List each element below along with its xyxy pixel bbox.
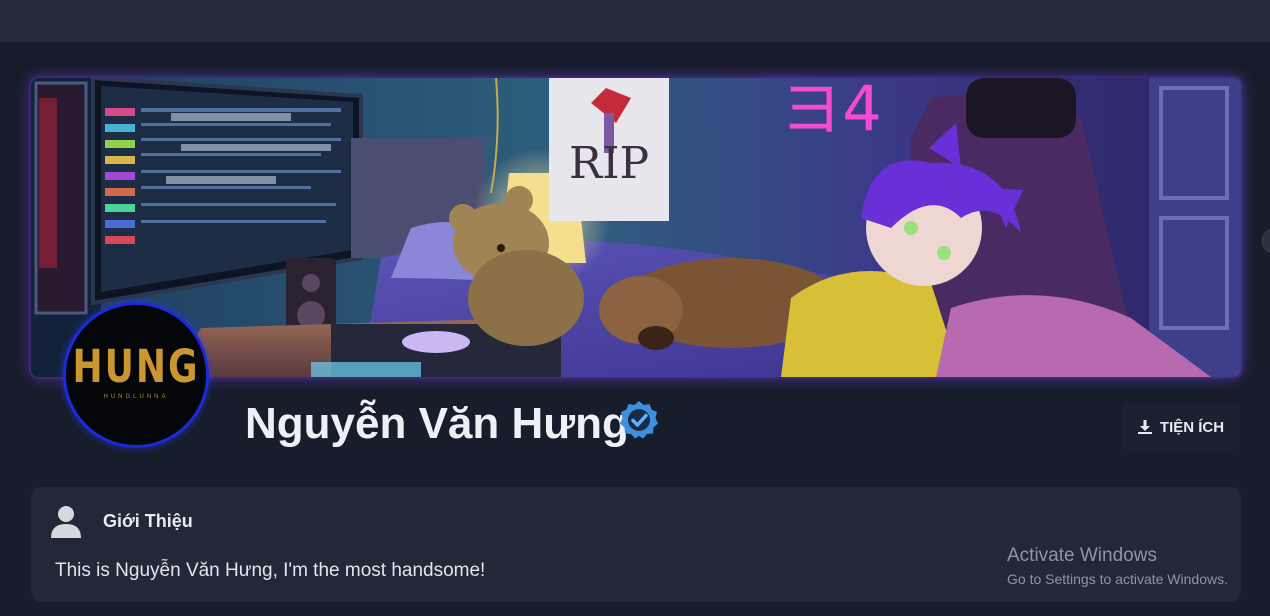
about-text: This is Nguyễn Văn Hưng, I'm the most ha… <box>55 560 486 581</box>
carousel-next-button[interactable] <box>1262 228 1270 254</box>
top-navbar <box>0 0 1270 42</box>
tools-button[interactable]: TIỆN ÍCH <box>1122 404 1240 450</box>
user-icon <box>51 506 81 538</box>
profile-banner: RIP ヨ4 <box>31 78 1241 377</box>
avatar-logo-subtext: HUNGLUNNA <box>103 394 169 400</box>
download-icon <box>1137 420 1152 434</box>
check-badge-icon <box>620 401 658 439</box>
windows-activation-watermark: Activate Windows Go to Settings to activ… <box>1007 545 1228 587</box>
poster-text: RIP <box>569 138 649 189</box>
watermark-subtitle: Go to Settings to activate Windows. <box>1007 571 1228 587</box>
tools-button-label: TIỆN ÍCH <box>1159 418 1225 436</box>
banner-illustration: RIP ヨ4 <box>31 78 1241 377</box>
about-card-header: Giới Thiệu <box>49 504 193 538</box>
profile-name: Nguyễn Văn Hưng <box>245 399 629 448</box>
avatar[interactable]: HUNG HUNGLUNNA <box>63 302 209 448</box>
avatar-logo-text: HUNG <box>72 341 200 393</box>
about-title: Giới Thiệu <box>103 510 193 531</box>
watermark-title: Activate Windows <box>1007 545 1157 566</box>
neon-sign: ヨ4 <box>780 78 881 145</box>
